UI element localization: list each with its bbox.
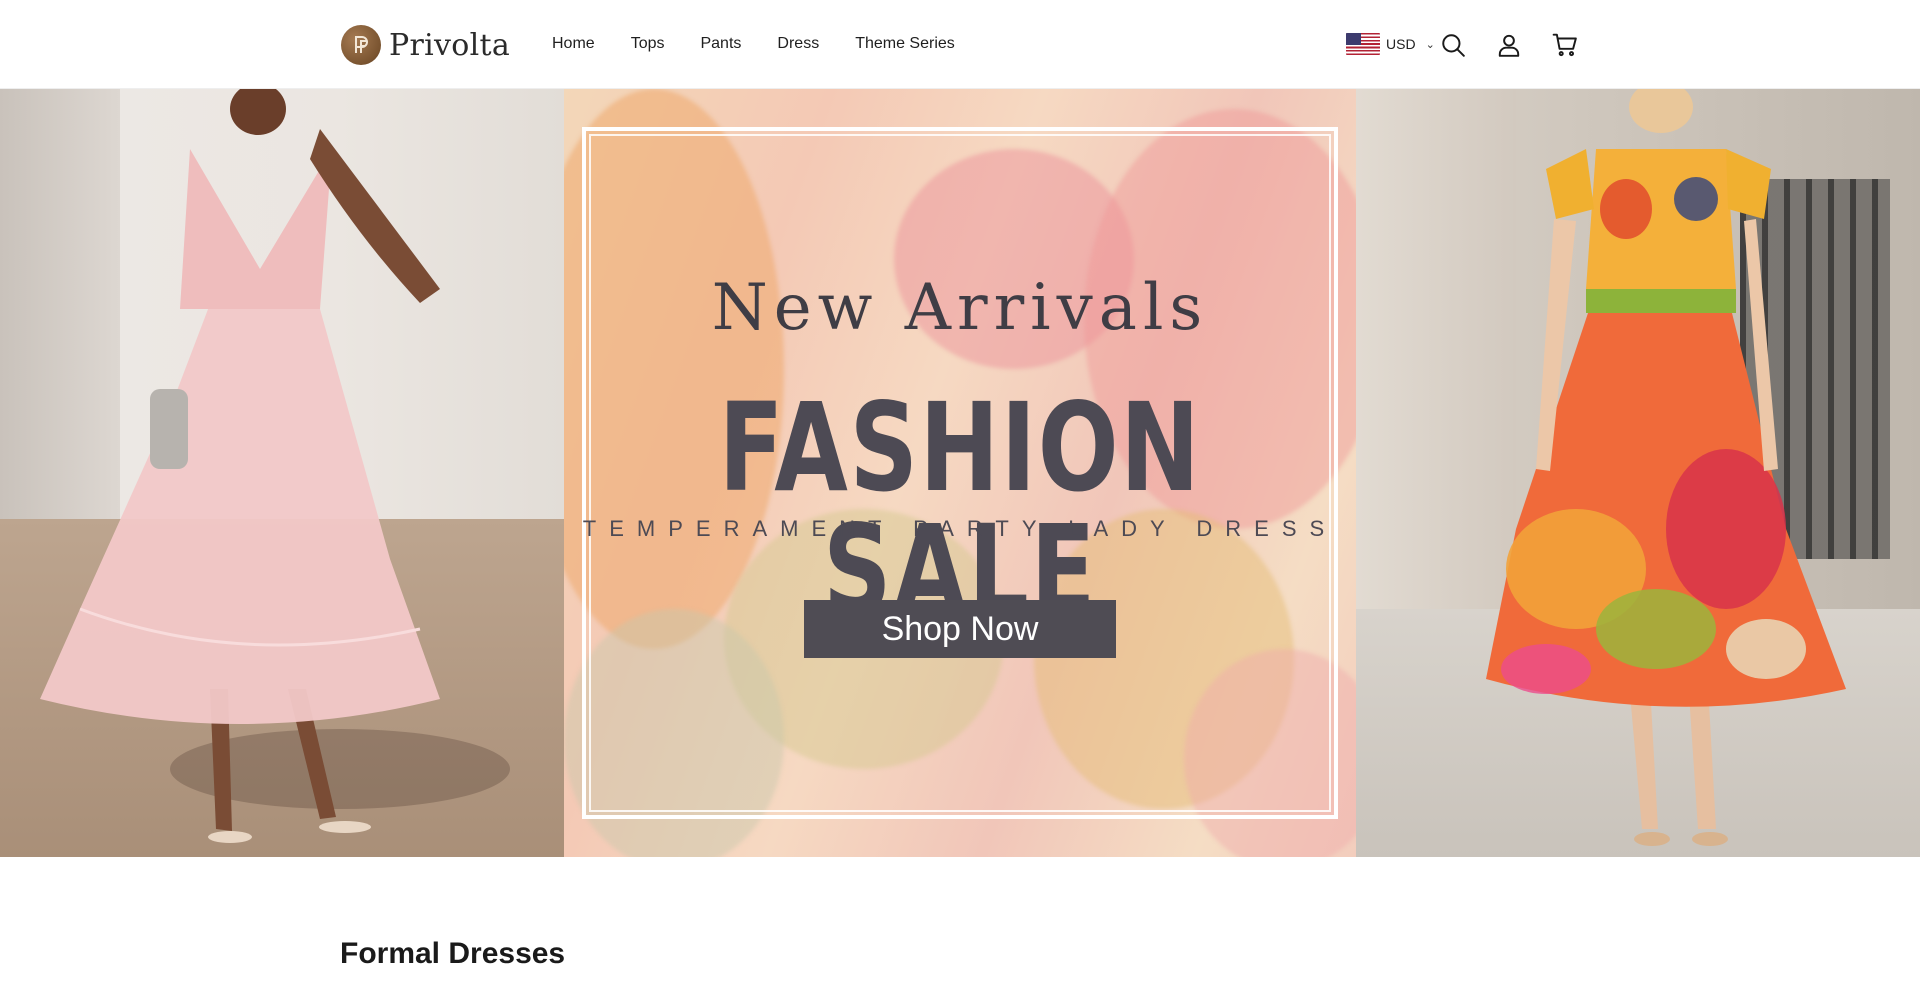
brand-logo[interactable]: Privolta xyxy=(341,24,510,66)
site-header: Privolta Home Tops Pants Dress Theme Ser… xyxy=(0,0,1920,89)
shop-now-button[interactable]: Shop Now xyxy=(804,600,1116,658)
cart-button[interactable] xyxy=(1550,30,1580,60)
nav-item-home[interactable]: Home xyxy=(552,35,595,53)
hero-headline: FASHION SALE xyxy=(718,377,1202,641)
hero-banner[interactable]: New Arrivals FASHION SALE TEMPERAMENT PA… xyxy=(0,89,1920,857)
currency-selector[interactable]: USD ⌄ xyxy=(1346,32,1435,56)
logo-monogram-icon xyxy=(341,25,381,65)
hero-eyebrow: New Arrivals xyxy=(711,271,1209,345)
section-title-formal-dresses: Formal Dresses xyxy=(340,937,566,970)
nav-item-dress[interactable]: Dress xyxy=(777,35,819,53)
hero-image-left xyxy=(0,89,564,857)
search-icon xyxy=(1442,34,1465,57)
account-button[interactable] xyxy=(1494,30,1524,60)
hero-image-right xyxy=(1356,89,1920,857)
model-pink-dress-image xyxy=(20,89,460,857)
model-floral-dress-image xyxy=(1426,89,1846,857)
search-button[interactable] xyxy=(1438,30,1468,60)
currency-label: USD xyxy=(1386,36,1416,52)
nav-item-tops[interactable]: Tops xyxy=(631,35,665,53)
main-nav: Home Tops Pants Dress Theme Series xyxy=(552,30,991,58)
user-icon xyxy=(1498,34,1520,57)
us-flag-icon xyxy=(1346,33,1380,55)
brand-name: Privolta xyxy=(389,27,511,63)
hero-subline: TEMPERAMENT PARTY LADY DRESS xyxy=(582,516,1338,541)
nav-item-theme-series[interactable]: Theme Series xyxy=(855,35,955,53)
nav-item-pants[interactable]: Pants xyxy=(700,35,741,53)
cart-icon xyxy=(1552,33,1577,57)
chevron-down-icon: ⌄ xyxy=(1425,38,1435,51)
